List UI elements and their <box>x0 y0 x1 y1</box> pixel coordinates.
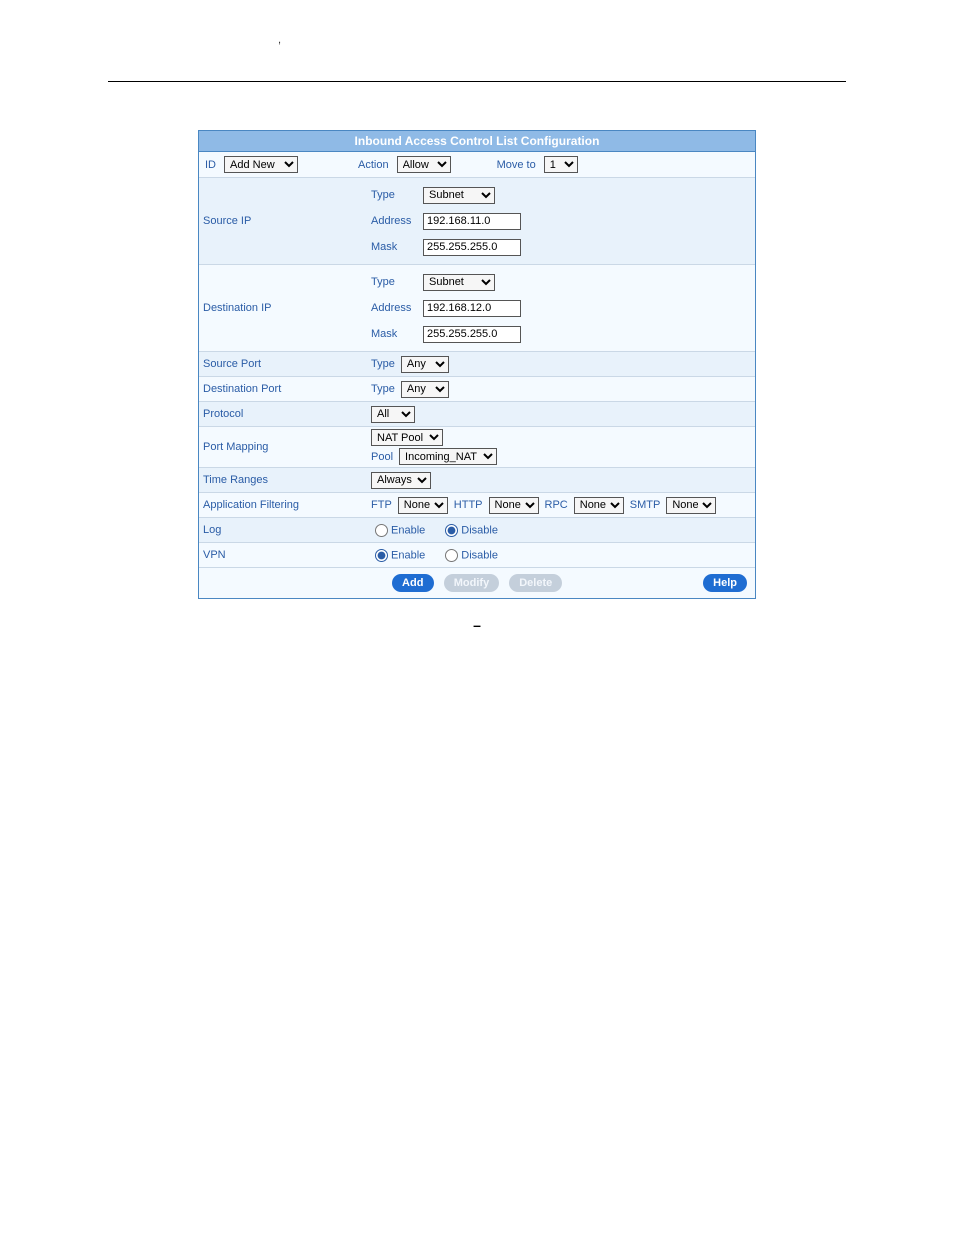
config-top-row: ID Add New Action Allow Move to 1 <box>199 152 755 178</box>
pmap-label: Port Mapping <box>203 441 371 453</box>
log-enable-radio[interactable] <box>375 524 388 537</box>
vpn-disable-text: Disable <box>461 549 498 561</box>
srcip-type-select[interactable]: Subnet <box>423 187 495 204</box>
dstip-label: Destination IP <box>203 302 371 314</box>
row-destination-port: Destination Port Type Any <box>199 377 755 402</box>
id-select[interactable]: Add New <box>224 156 298 173</box>
pmap-pool-label: Pool <box>371 451 393 463</box>
srcip-type-label: Type <box>371 184 417 206</box>
srcport-label: Source Port <box>203 358 371 370</box>
srcip-mask-input[interactable] <box>423 239 521 256</box>
add-button[interactable]: Add <box>392 574 434 592</box>
vpn-enable-radio[interactable] <box>375 549 388 562</box>
source-ip-label: Source IP <box>203 215 371 227</box>
config-panel: Inbound Access Control List Configuratio… <box>198 130 756 599</box>
log-disable-radio[interactable] <box>445 524 458 537</box>
moveto-label: Move to <box>497 159 536 171</box>
dstip-type-label: Type <box>371 271 417 293</box>
action-label: Action <box>358 159 389 171</box>
row-port-mapping: Port Mapping NAT Pool Pool Incoming_NAT <box>199 427 755 468</box>
dstip-type-select[interactable]: Subnet <box>423 274 495 291</box>
page-rule <box>108 80 846 82</box>
appf-http-label: HTTP <box>454 499 483 511</box>
log-enable-text: Enable <box>391 524 425 536</box>
srcport-type-select[interactable]: Any <box>401 356 449 373</box>
vpn-disable-radio[interactable] <box>445 549 458 562</box>
row-source-port: Source Port Type Any <box>199 352 755 377</box>
dstport-label: Destination Port <box>203 383 371 395</box>
vpn-enable-option[interactable]: Enable <box>371 549 425 562</box>
appf-http-select[interactable]: None <box>489 497 539 514</box>
dstip-mask-input[interactable] <box>423 326 521 343</box>
vpn-disable-option[interactable]: Disable <box>441 549 498 562</box>
dstip-addr-input[interactable] <box>423 300 521 317</box>
log-disable-text: Disable <box>461 524 498 536</box>
appf-smtp-select[interactable]: None <box>666 497 716 514</box>
action-select[interactable]: Allow <box>397 156 451 173</box>
actions-row: Add Modify Delete Help <box>199 568 755 598</box>
appf-rpc-label: RPC <box>545 499 568 511</box>
log-disable-option[interactable]: Disable <box>441 524 498 537</box>
dstip-mask-label: Mask <box>371 323 417 345</box>
appf-label: Application Filtering <box>203 499 371 511</box>
log-label: Log <box>203 524 371 536</box>
srcip-addr-label: Address <box>371 210 417 232</box>
row-destination-ip: Destination IP Type Subnet Address Mask <box>199 265 755 352</box>
appf-ftp-label: FTP <box>371 499 392 511</box>
figure-caption: – <box>0 617 954 633</box>
appf-smtp-label: SMTP <box>630 499 661 511</box>
caption-dash: – <box>473 617 481 633</box>
dstport-type-label: Type <box>371 383 395 395</box>
help-button[interactable]: Help <box>703 574 747 592</box>
srcip-mask-label: Mask <box>371 236 417 258</box>
appf-ftp-select[interactable]: None <box>398 497 448 514</box>
delete-button: Delete <box>509 574 562 592</box>
dstip-addr-label: Address <box>371 297 417 319</box>
row-vpn: VPN Enable Disable <box>199 543 755 568</box>
protocol-select[interactable]: All <box>371 406 415 423</box>
pmap-pool-select[interactable]: Incoming_NAT <box>399 448 497 465</box>
row-app-filtering: Application Filtering FTP None HTTP None… <box>199 493 755 518</box>
srcip-addr-input[interactable] <box>423 213 521 230</box>
time-label: Time Ranges <box>203 474 371 486</box>
row-log: Log Enable Disable <box>199 518 755 543</box>
row-source-ip: Source IP Type Subnet Address Mask <box>199 178 755 265</box>
vpn-label: VPN <box>203 549 371 561</box>
srcport-type-label: Type <box>371 358 395 370</box>
log-enable-option[interactable]: Enable <box>371 524 425 537</box>
modify-button: Modify <box>444 574 499 592</box>
pmap-select[interactable]: NAT Pool <box>371 429 443 446</box>
panel-title: Inbound Access Control List Configuratio… <box>199 131 755 152</box>
row-time-ranges: Time Ranges Always <box>199 468 755 493</box>
vpn-enable-text: Enable <box>391 549 425 561</box>
stray-mark: , <box>278 34 954 46</box>
appf-rpc-select[interactable]: None <box>574 497 624 514</box>
id-label: ID <box>205 159 216 171</box>
moveto-select[interactable]: 1 <box>544 156 578 173</box>
dstport-type-select[interactable]: Any <box>401 381 449 398</box>
time-select[interactable]: Always <box>371 472 431 489</box>
protocol-label: Protocol <box>203 408 371 420</box>
row-protocol: Protocol All <box>199 402 755 427</box>
